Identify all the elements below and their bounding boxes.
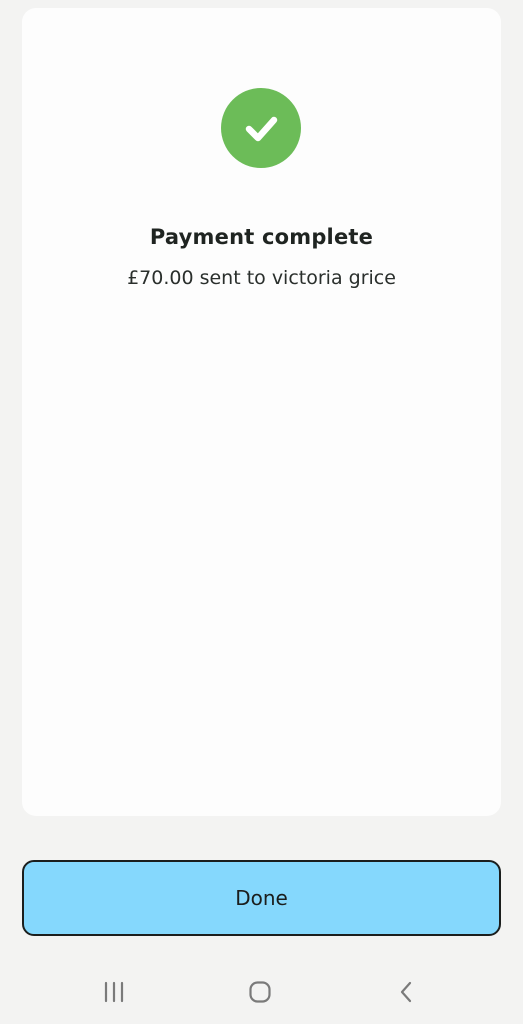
back-icon[interactable] [386, 976, 426, 1008]
check-circle-icon [221, 88, 301, 168]
system-navigation-bar [0, 960, 523, 1024]
done-button[interactable]: Done [22, 860, 501, 936]
confirmation-card: Payment complete £70.00 sent to victoria… [22, 8, 501, 816]
payment-status-title: Payment complete [149, 225, 374, 249]
home-icon[interactable] [240, 976, 280, 1008]
recents-icon[interactable] [94, 976, 134, 1008]
payment-summary-text: £70.00 sent to victoria grice [127, 267, 396, 289]
